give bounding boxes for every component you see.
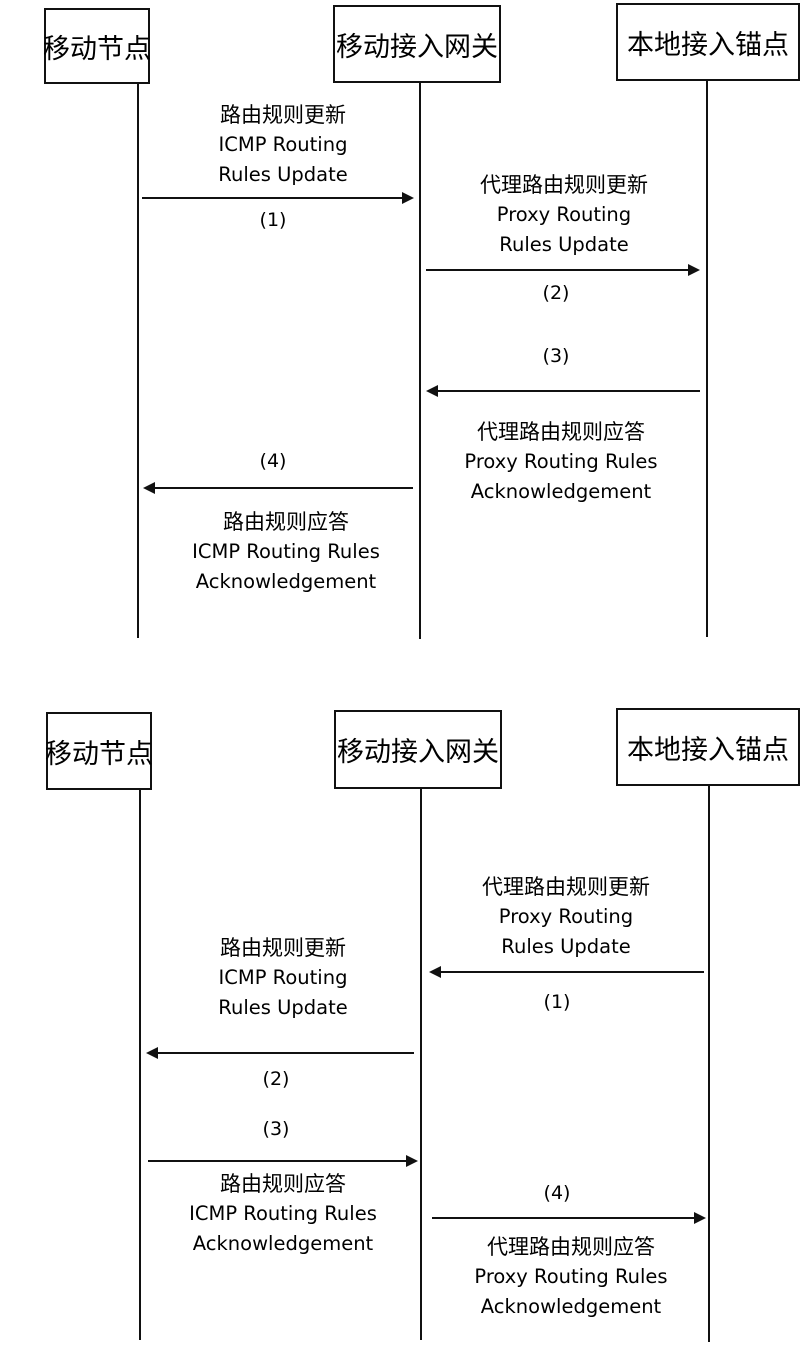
message-label-cn: 路由规则应答	[223, 510, 349, 534]
participant-local-mobility-anchor: 本地接入锚点	[616, 708, 800, 786]
message-label-cn: 路由规则更新	[220, 936, 346, 960]
message-label-en-line2: Rules Update	[218, 163, 348, 186]
step-number: (1)	[259, 209, 287, 231]
lifeline-mobile-access-gateway	[419, 83, 421, 639]
message-label-en-line2: Acknowledgement	[470, 480, 652, 503]
lifeline-local-mobility-anchor	[708, 786, 710, 1342]
message-label: 代理路由规则应答 Proxy Routing Rules Acknowledge…	[430, 417, 692, 507]
step-number: (4)	[259, 450, 287, 472]
lifeline-mobile-node	[139, 790, 141, 1340]
message-label-en-line2: Rules Update	[218, 996, 348, 1019]
message-arrow	[143, 482, 413, 494]
arrowhead-right-icon	[694, 1212, 706, 1224]
sequence-diagram-2: 移动节点 移动接入网关 本地接入锚点 代理路由规则更新 Proxy Routin…	[0, 700, 800, 1348]
message-arrow	[432, 1212, 706, 1224]
arrowhead-left-icon	[146, 1047, 158, 1059]
step-number: (4)	[543, 1182, 571, 1204]
message-label-cn: 代理路由规则应答	[477, 420, 645, 444]
participant-label: 移动接入网关	[337, 737, 499, 768]
message-arrow	[146, 1047, 414, 1059]
message-label-cn: 代理路由规则更新	[480, 173, 648, 197]
message-label: 路由规则应答 ICMP Routing Rules Acknowledgemen…	[158, 507, 414, 597]
message-label-en-line1: Proxy Routing Rules	[464, 450, 658, 473]
participant-label: 移动接入网关	[336, 31, 498, 63]
message-label-en-line1: ICMP Routing Rules	[192, 540, 380, 563]
message-arrow	[426, 385, 700, 397]
lifeline-mobile-access-gateway	[420, 789, 422, 1340]
participant-mobile-access-gateway: 移动接入网关	[333, 5, 501, 83]
arrowhead-right-icon	[406, 1155, 418, 1167]
message-label-en-line1: ICMP Routing	[218, 966, 348, 989]
step-number: (3)	[542, 345, 570, 367]
arrowhead-left-icon	[426, 385, 438, 397]
message-arrow	[142, 192, 414, 204]
message-label: 代理路由规则应答 Proxy Routing Rules Acknowledge…	[440, 1232, 702, 1322]
message-label-en-line1: Proxy Routing	[496, 203, 632, 226]
message-label-en-line2: Acknowledgement	[192, 1232, 374, 1255]
participant-label: 移动节点	[45, 738, 153, 770]
message-label: 路由规则更新 ICMP Routing Rules Update	[158, 933, 408, 1023]
message-label: 代理路由规则更新 Proxy Routing Rules Update	[438, 872, 694, 962]
arrowhead-right-icon	[688, 264, 700, 276]
message-arrow	[429, 966, 704, 978]
participant-mobile-access-gateway: 移动接入网关	[334, 710, 502, 789]
message-label-en-line2: Acknowledgement	[480, 1295, 662, 1318]
message-label-cn: 路由规则应答	[220, 1172, 346, 1196]
message-arrow	[148, 1155, 418, 1167]
lifeline-mobile-node	[137, 84, 139, 638]
participant-mobile-node: 移动节点	[43, 8, 151, 84]
sequence-diagram-1: 移动节点 移动接入网关 本地接入锚点 路由规则更新 ICMP Routing R…	[0, 0, 800, 660]
message-label: 路由规则应答 ICMP Routing Rules Acknowledgemen…	[152, 1169, 414, 1259]
message-label-en-line1: Proxy Routing Rules	[474, 1265, 668, 1288]
message-label: 路由规则更新 ICMP Routing Rules Update	[158, 100, 408, 190]
message-label-en-line2: Rules Update	[499, 233, 629, 256]
arrowhead-left-icon	[429, 966, 441, 978]
message-label-en-line1: ICMP Routing Rules	[189, 1202, 377, 1225]
message-label-cn: 代理路由规则应答	[487, 1235, 655, 1259]
step-number: (2)	[262, 1068, 290, 1090]
step-number: (3)	[262, 1118, 290, 1140]
message-arrow	[426, 264, 700, 276]
arrowhead-right-icon	[402, 192, 414, 204]
message-label-en-line2: Rules Update	[501, 935, 631, 958]
message-label-en-line1: Proxy Routing	[498, 905, 634, 928]
participant-local-mobility-anchor: 本地接入锚点	[616, 3, 800, 81]
message-label-cn: 代理路由规则更新	[482, 875, 650, 899]
step-number: (1)	[543, 991, 571, 1013]
arrowhead-left-icon	[143, 482, 155, 494]
lifeline-local-mobility-anchor	[706, 81, 708, 637]
message-label-cn: 路由规则更新	[220, 103, 346, 127]
message-label-en-line2: Acknowledgement	[195, 570, 377, 593]
message-label-en-line1: ICMP Routing	[218, 133, 348, 156]
participant-label: 本地接入锚点	[627, 29, 789, 61]
participant-label: 移动节点	[43, 33, 151, 65]
participant-mobile-node: 移动节点	[45, 712, 153, 790]
message-label: 代理路由规则更新 Proxy Routing Rules Update	[436, 170, 692, 260]
participant-label: 本地接入锚点	[627, 734, 789, 766]
step-number: (2)	[542, 282, 570, 304]
